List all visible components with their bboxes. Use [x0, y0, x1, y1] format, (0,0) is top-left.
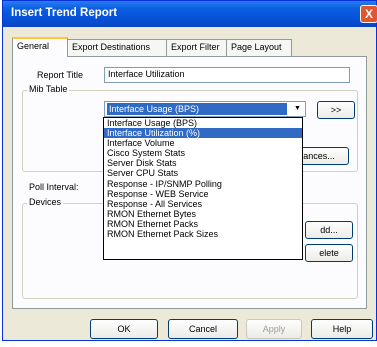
- chevron-down-icon[interactable]: ▼: [291, 103, 304, 115]
- close-icon[interactable]: X: [360, 5, 377, 23]
- add-device-button[interactable]: dd...: [305, 221, 353, 239]
- tab-general[interactable]: General: [12, 37, 68, 57]
- dropdown-option[interactable]: RMON Ethernet Packs: [104, 219, 302, 229]
- mib-table-selected-value: Interface Usage (BPS): [107, 103, 287, 115]
- tab-page-layout[interactable]: Page Layout: [226, 39, 292, 56]
- dropdown-option[interactable]: Interface Usage (BPS): [104, 118, 302, 128]
- more-button[interactable]: >>: [317, 101, 355, 119]
- apply-button[interactable]: Apply: [246, 319, 302, 339]
- report-title-input[interactable]: Interface Utilization: [104, 67, 350, 83]
- dropdown-option[interactable]: RMON Ethernet Bytes: [104, 209, 302, 219]
- tab-export-destinations[interactable]: Export Destinations: [67, 39, 167, 56]
- dialog-title: Insert Trend Report: [11, 7, 118, 19]
- delete-device-button[interactable]: elete: [305, 244, 353, 262]
- cancel-button[interactable]: Cancel: [168, 319, 238, 339]
- poll-interval-label: Poll Interval:: [29, 182, 79, 192]
- mib-table-label: Mib Table: [27, 84, 70, 94]
- dropdown-option[interactable]: Server CPU Stats: [104, 168, 302, 178]
- dropdown-option[interactable]: Response - All Services: [104, 199, 302, 209]
- title-bar[interactable]: Insert Trend Report X: [3, 1, 377, 27]
- dropdown-option[interactable]: Cisco System Stats: [104, 148, 302, 158]
- mib-table-dropdown-list[interactable]: Interface Usage (BPS) Interface Utilizati…: [103, 117, 303, 260]
- dropdown-option[interactable]: Response - WEB Service: [104, 189, 302, 199]
- ok-button[interactable]: OK: [90, 319, 158, 339]
- devices-label: Devices: [27, 197, 64, 207]
- report-title-label: Report Title: [37, 70, 84, 80]
- dropdown-option[interactable]: Interface Volume: [104, 138, 302, 148]
- dropdown-option[interactable]: Server Disk Stats: [104, 158, 302, 168]
- dropdown-option[interactable]: Interface Utilization (%): [104, 128, 302, 139]
- dropdown-option[interactable]: Response - IP/SNMP Polling: [104, 179, 302, 189]
- tab-export-filter[interactable]: Export Filter: [166, 39, 227, 56]
- dropdown-option[interactable]: RMON Ethernet Pack Sizes: [104, 229, 302, 239]
- mib-table-select[interactable]: Interface Usage (BPS) ▼: [104, 101, 306, 117]
- help-button[interactable]: Help: [311, 319, 373, 339]
